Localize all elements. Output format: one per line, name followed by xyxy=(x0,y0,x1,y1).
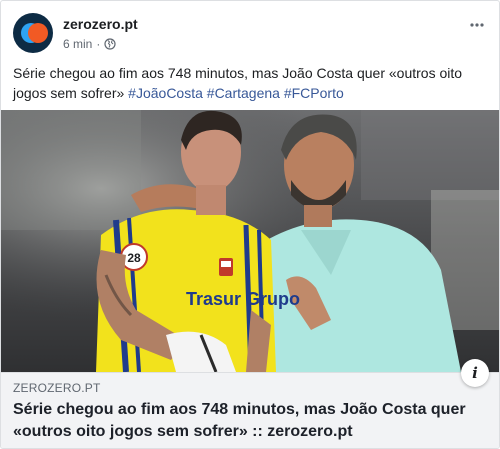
hashtag-joaocosta[interactable]: #JoãoCosta xyxy=(128,85,203,101)
post-photo[interactable]: 28 Trasur Grupo xyxy=(1,110,499,372)
logo-orange-circle xyxy=(28,23,48,43)
hashtag-cartagena[interactable]: #Cartagena xyxy=(207,85,280,101)
facebook-post: zerozero.pt 6 min · Série chegou ao fim … xyxy=(0,0,500,449)
photo-illustration: 28 Trasur Grupo xyxy=(1,110,499,372)
more-options-icon[interactable] xyxy=(465,15,489,35)
page-avatar[interactable] xyxy=(13,13,53,53)
link-domain: ZEROZERO.PT xyxy=(13,381,101,395)
post-header: zerozero.pt 6 min · xyxy=(13,13,489,55)
post-time[interactable]: 6 min xyxy=(63,37,92,51)
page-name-link[interactable]: zerozero.pt xyxy=(63,16,138,32)
link-preview[interactable]: i ZEROZERO.PT Série chegou ao fim aos 74… xyxy=(1,359,499,448)
globe-icon xyxy=(104,38,116,50)
meta-separator: · xyxy=(96,37,101,51)
post-meta: 6 min · xyxy=(63,37,116,51)
hashtag-fcporto[interactable]: #FCPorto xyxy=(284,85,344,101)
jersey-sponsor: Trasur Grupo xyxy=(186,289,300,309)
jersey-number: 28 xyxy=(127,251,141,265)
post-text: Série chegou ao fim aos 748 minutos, mas… xyxy=(13,63,489,103)
link-title[interactable]: Série chegou ao fim aos 748 minutos, mas… xyxy=(13,399,483,443)
info-icon[interactable]: i xyxy=(461,359,489,387)
